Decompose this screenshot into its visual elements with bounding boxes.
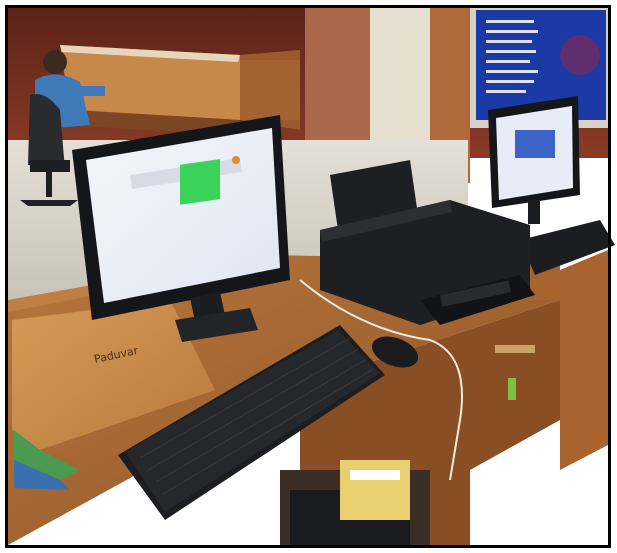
office-desk-photo: Paduvar (0, 0, 617, 553)
green-button-icon (180, 159, 220, 205)
photo-frame: Paduvar (0, 0, 617, 553)
screen-blue-icon (515, 130, 555, 158)
key-tag (508, 378, 516, 400)
